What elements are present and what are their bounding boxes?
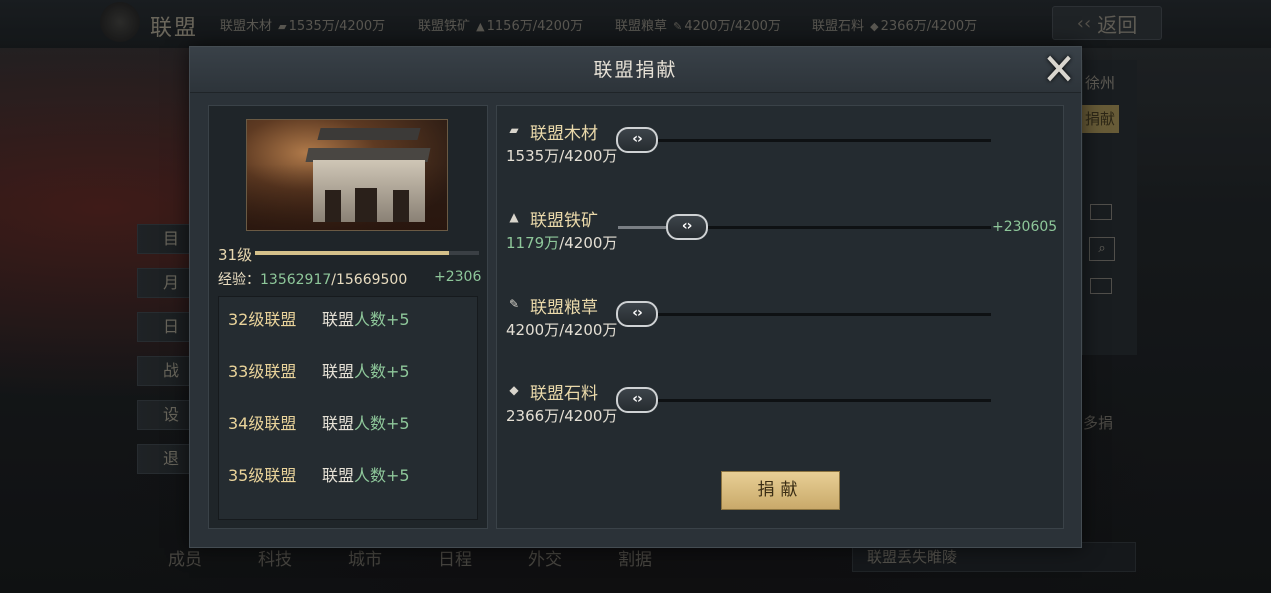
level-unlock-list: 32级联盟 联盟人数+5 33级联盟 联盟人数+5 34级联盟 联盟人数+5 35级联… (218, 296, 478, 520)
resource-row-iron: ▲ 联盟铁矿 1179万/4200万 ‹› +230605 (506, 206, 1058, 256)
stone-icon: ◆ (509, 383, 519, 397)
resource-amount: 4200万/4200万 (506, 321, 618, 339)
list-item: 35级联盟 联盟人数+5 (228, 466, 410, 485)
donation-amount: +230605 (992, 219, 1058, 235)
level-progress-bar (255, 251, 479, 255)
level-progress-fill (255, 251, 449, 255)
resource-amount: 1179万/4200万 (506, 234, 618, 252)
slider-handle[interactable]: ‹› (616, 301, 658, 327)
resource-row-wood: ▰ 联盟木材 1535万/4200万 ‹› (506, 119, 1056, 169)
close-icon: ✕ (1042, 44, 1076, 96)
resource-name: 联盟石料 (530, 384, 598, 404)
iron-ore-icon: ▲ (509, 210, 519, 224)
alliance-level: 31级 (218, 246, 253, 264)
experience-total: /15669500 (331, 272, 408, 288)
resource-row-stone: ◆ 联盟石料 2366万/4200万 ‹› (506, 379, 1056, 429)
alliance-level-panel: 31级 经验：13562917/15669500 +2306 32级联盟 联盟人数… (208, 105, 488, 529)
experience-gain: +2306 (434, 269, 482, 285)
resource-amount: 1535万/4200万 (506, 147, 618, 165)
resource-name: 联盟铁矿 (530, 211, 598, 231)
grain-icon: ✎ (508, 297, 520, 311)
slider-handle[interactable]: ‹› (616, 127, 658, 153)
experience-label: 经验： (218, 272, 260, 288)
resource-slider[interactable] (618, 399, 991, 402)
donation-modal: 联盟捐献 ✕ 31级 经验：13562917/15669500 +2306 32… (189, 46, 1082, 548)
resource-donation-panel: ▰ 联盟木材 1535万/4200万 ‹› ▲ 联盟铁矿 1179万/4200万… (496, 105, 1064, 529)
wood-icon: ▰ (509, 123, 519, 137)
donate-button[interactable]: 捐献 (721, 471, 840, 510)
resource-name: 联盟粮草 (530, 298, 598, 318)
alliance-city-image (246, 119, 448, 231)
resource-row-grain: ✎ 联盟粮草 4200万/4200万 ‹› (506, 293, 1056, 343)
resource-slider[interactable] (618, 313, 991, 316)
list-item: 34级联盟 联盟人数+5 (228, 414, 410, 433)
slider-handle[interactable]: ‹› (616, 387, 658, 413)
resource-name: 联盟木材 (530, 124, 598, 144)
resource-amount: 2366万/4200万 (506, 407, 618, 425)
experience-current: 13562917 (260, 272, 332, 288)
list-item: 33级联盟 联盟人数+5 (228, 362, 410, 381)
slider-handle[interactable]: ‹› (665, 214, 708, 240)
close-button[interactable]: ✕ (1035, 47, 1083, 93)
experience-line: 经验：13562917/15669500 (218, 269, 407, 289)
resource-slider[interactable] (618, 139, 991, 142)
list-item: 32级联盟 联盟人数+5 (228, 310, 410, 329)
modal-title: 联盟捐献 (190, 47, 1081, 93)
